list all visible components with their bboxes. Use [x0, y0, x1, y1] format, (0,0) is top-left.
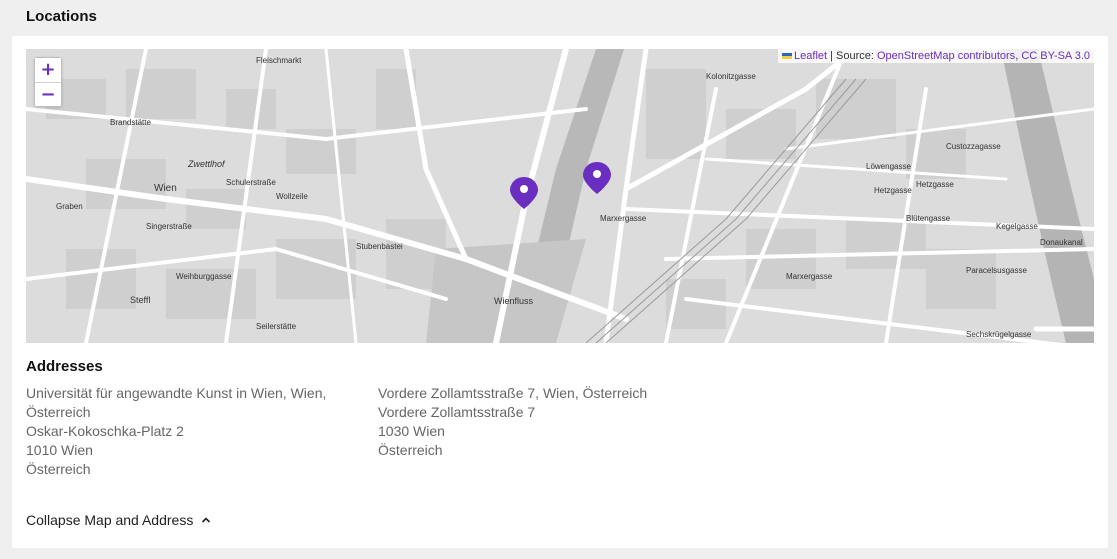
map-label-custozzagasse: Custozzagasse [946, 142, 1001, 151]
map-label-steffl: Steffl [130, 295, 150, 305]
address-block: Vordere Zollamtsstraße 7, Wien, Österrei… [378, 384, 698, 460]
map-label-hetzgasse1: Hetzgasse [874, 186, 912, 195]
chevron-up-icon [202, 517, 211, 523]
address-line: 1010 Wien [26, 442, 93, 458]
addresses-title: Addresses [26, 358, 103, 375]
map-label-singerstrasse: Singerstraße [146, 222, 192, 231]
address-line: Vordere Zollamtsstraße 7, Wien, Österrei… [378, 385, 648, 401]
ukraine-flag-icon [782, 53, 793, 60]
map-label-zwettlhof: Zwettlhof [187, 159, 226, 169]
map-label-wollzeile: Wollzeile [276, 192, 308, 201]
map-label-marxergasse2: Marxergasse [786, 272, 833, 281]
map-label-paracelsusgasse: Paracelsusgasse [966, 266, 1027, 275]
address-line: Österreich [378, 442, 443, 458]
address-line: Vordere Zollamtsstraße 7 [378, 404, 536, 420]
map-label-donaukanal: Donaukanal [1040, 238, 1083, 247]
map-label-wienfluss: Wienfluss [494, 296, 534, 306]
leaflet-link[interactable]: Leaflet [794, 50, 827, 62]
collapse-map-button[interactable]: Collapse Map and Address [26, 512, 211, 528]
map-label-sechskrugelgasse: Sechskrügelgasse [966, 330, 1032, 339]
map-label-brandstatte: Brandstätte [110, 118, 151, 127]
section-title: Locations [26, 8, 97, 25]
address-line: Oskar-Kokoschka-Platz 2 [26, 423, 184, 439]
map-label-fleischmarkt: Fleischmarkt [256, 56, 302, 65]
map-label-kolonitzgasse: Kolonitzgasse [706, 72, 756, 81]
map-label-hetzgasse2: Hetzgasse [916, 180, 954, 189]
map-label-kegelgasse: Kegelgasse [996, 222, 1038, 231]
map-label-wien: Wien [154, 183, 177, 194]
osm-link[interactable]: OpenStreetMap contributors [877, 50, 1015, 62]
address-line: Universität für angewandte Kunst in Wien… [26, 385, 327, 420]
zoom-control: + − [34, 57, 62, 107]
collapse-label: Collapse Map and Address [26, 512, 194, 528]
zoom-out-button[interactable]: − [35, 82, 61, 106]
address-line: 1030 Wien [378, 423, 445, 439]
map-label-seilerstatte: Seilerstätte [256, 322, 297, 331]
zoom-in-button[interactable]: + [35, 58, 61, 82]
address-line: Österreich [26, 461, 91, 477]
map-label-lowengasse: Löwengasse [866, 162, 911, 171]
map-tiles[interactable]: Wien Zwettlhof Wienfluss Steffl Donaukan… [26, 49, 1094, 343]
attribution-separator: | Source: [827, 50, 877, 62]
locations-card: Wien Zwettlhof Wienfluss Steffl Donaukan… [12, 36, 1108, 548]
map-label-weihburggasse: Weihburggasse [176, 272, 232, 281]
map-label-schulerstrasse: Schulerstraße [226, 178, 276, 187]
address-block: Universität für angewandte Kunst in Wien… [26, 384, 346, 479]
map[interactable]: Wien Zwettlhof Wienfluss Steffl Donaukan… [26, 49, 1094, 343]
license-link[interactable]: CC BY-SA 3.0 [1021, 50, 1090, 62]
map-label-stubenbastei: Stubenbastei [356, 242, 403, 251]
map-attribution: Leaflet | Source: OpenStreetMap contribu… [778, 49, 1094, 63]
map-label-marxergasse: Marxergasse [600, 214, 647, 223]
map-label-graben: Graben [56, 202, 83, 211]
map-label-blutengasse: Blütengasse [906, 214, 951, 223]
